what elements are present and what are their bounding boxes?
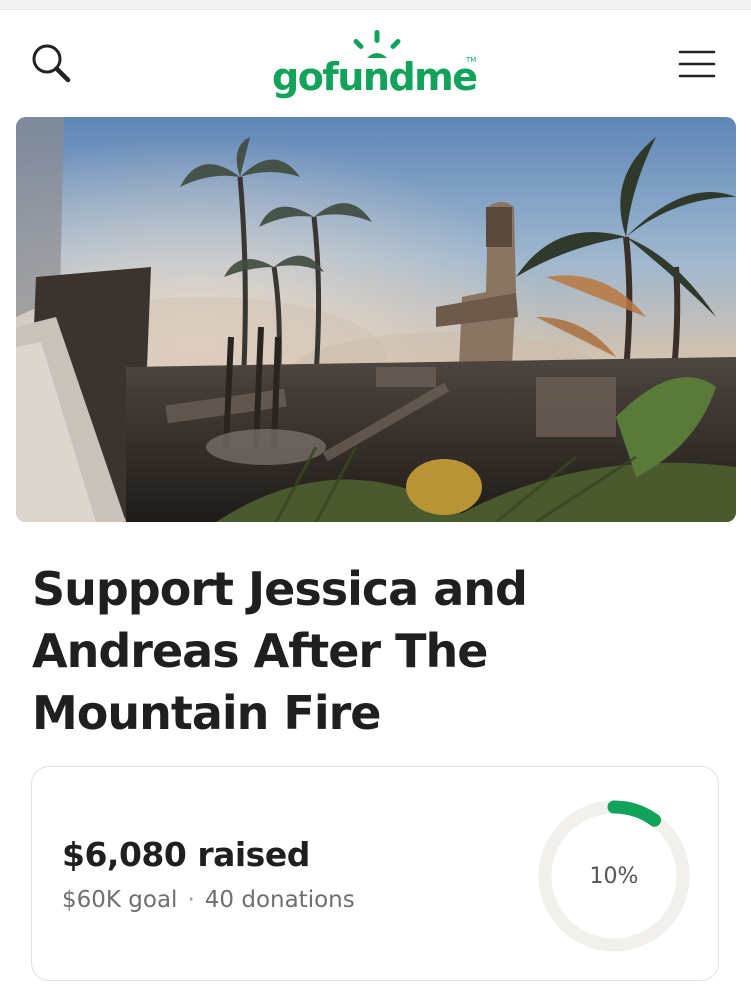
fire-ruins-photo — [16, 117, 736, 522]
amount-raised: $6,080 raised — [62, 835, 310, 874]
site-header: gofundme TM — [0, 10, 751, 116]
separator-dot: · — [187, 887, 195, 913]
progress-ring: 10% — [535, 797, 693, 955]
search-button[interactable] — [28, 40, 76, 88]
logo-wordmark: gofundme — [272, 55, 478, 99]
trademark-mark: TM — [466, 56, 477, 64]
goal-and-donations: $60K goal · 40 donations — [62, 887, 355, 913]
donation-progress-card[interactable]: $6,080 raised $60K goal · 40 donations 10% — [31, 766, 719, 981]
goal-amount: $60K goal — [62, 887, 178, 913]
progress-percent: 10% — [589, 863, 639, 889]
menu-button[interactable] — [676, 46, 718, 82]
campaign-title: Support Jessica and Andreas After The Mo… — [32, 562, 528, 740]
hamburger-menu-icon — [678, 50, 716, 78]
donation-count: 40 donations — [204, 887, 355, 913]
status-bar-edge — [0, 0, 751, 10]
campaign-hero-image[interactable] — [16, 117, 736, 522]
gofundme-logo[interactable]: gofundme TM — [272, 30, 482, 108]
search-icon — [32, 44, 71, 83]
